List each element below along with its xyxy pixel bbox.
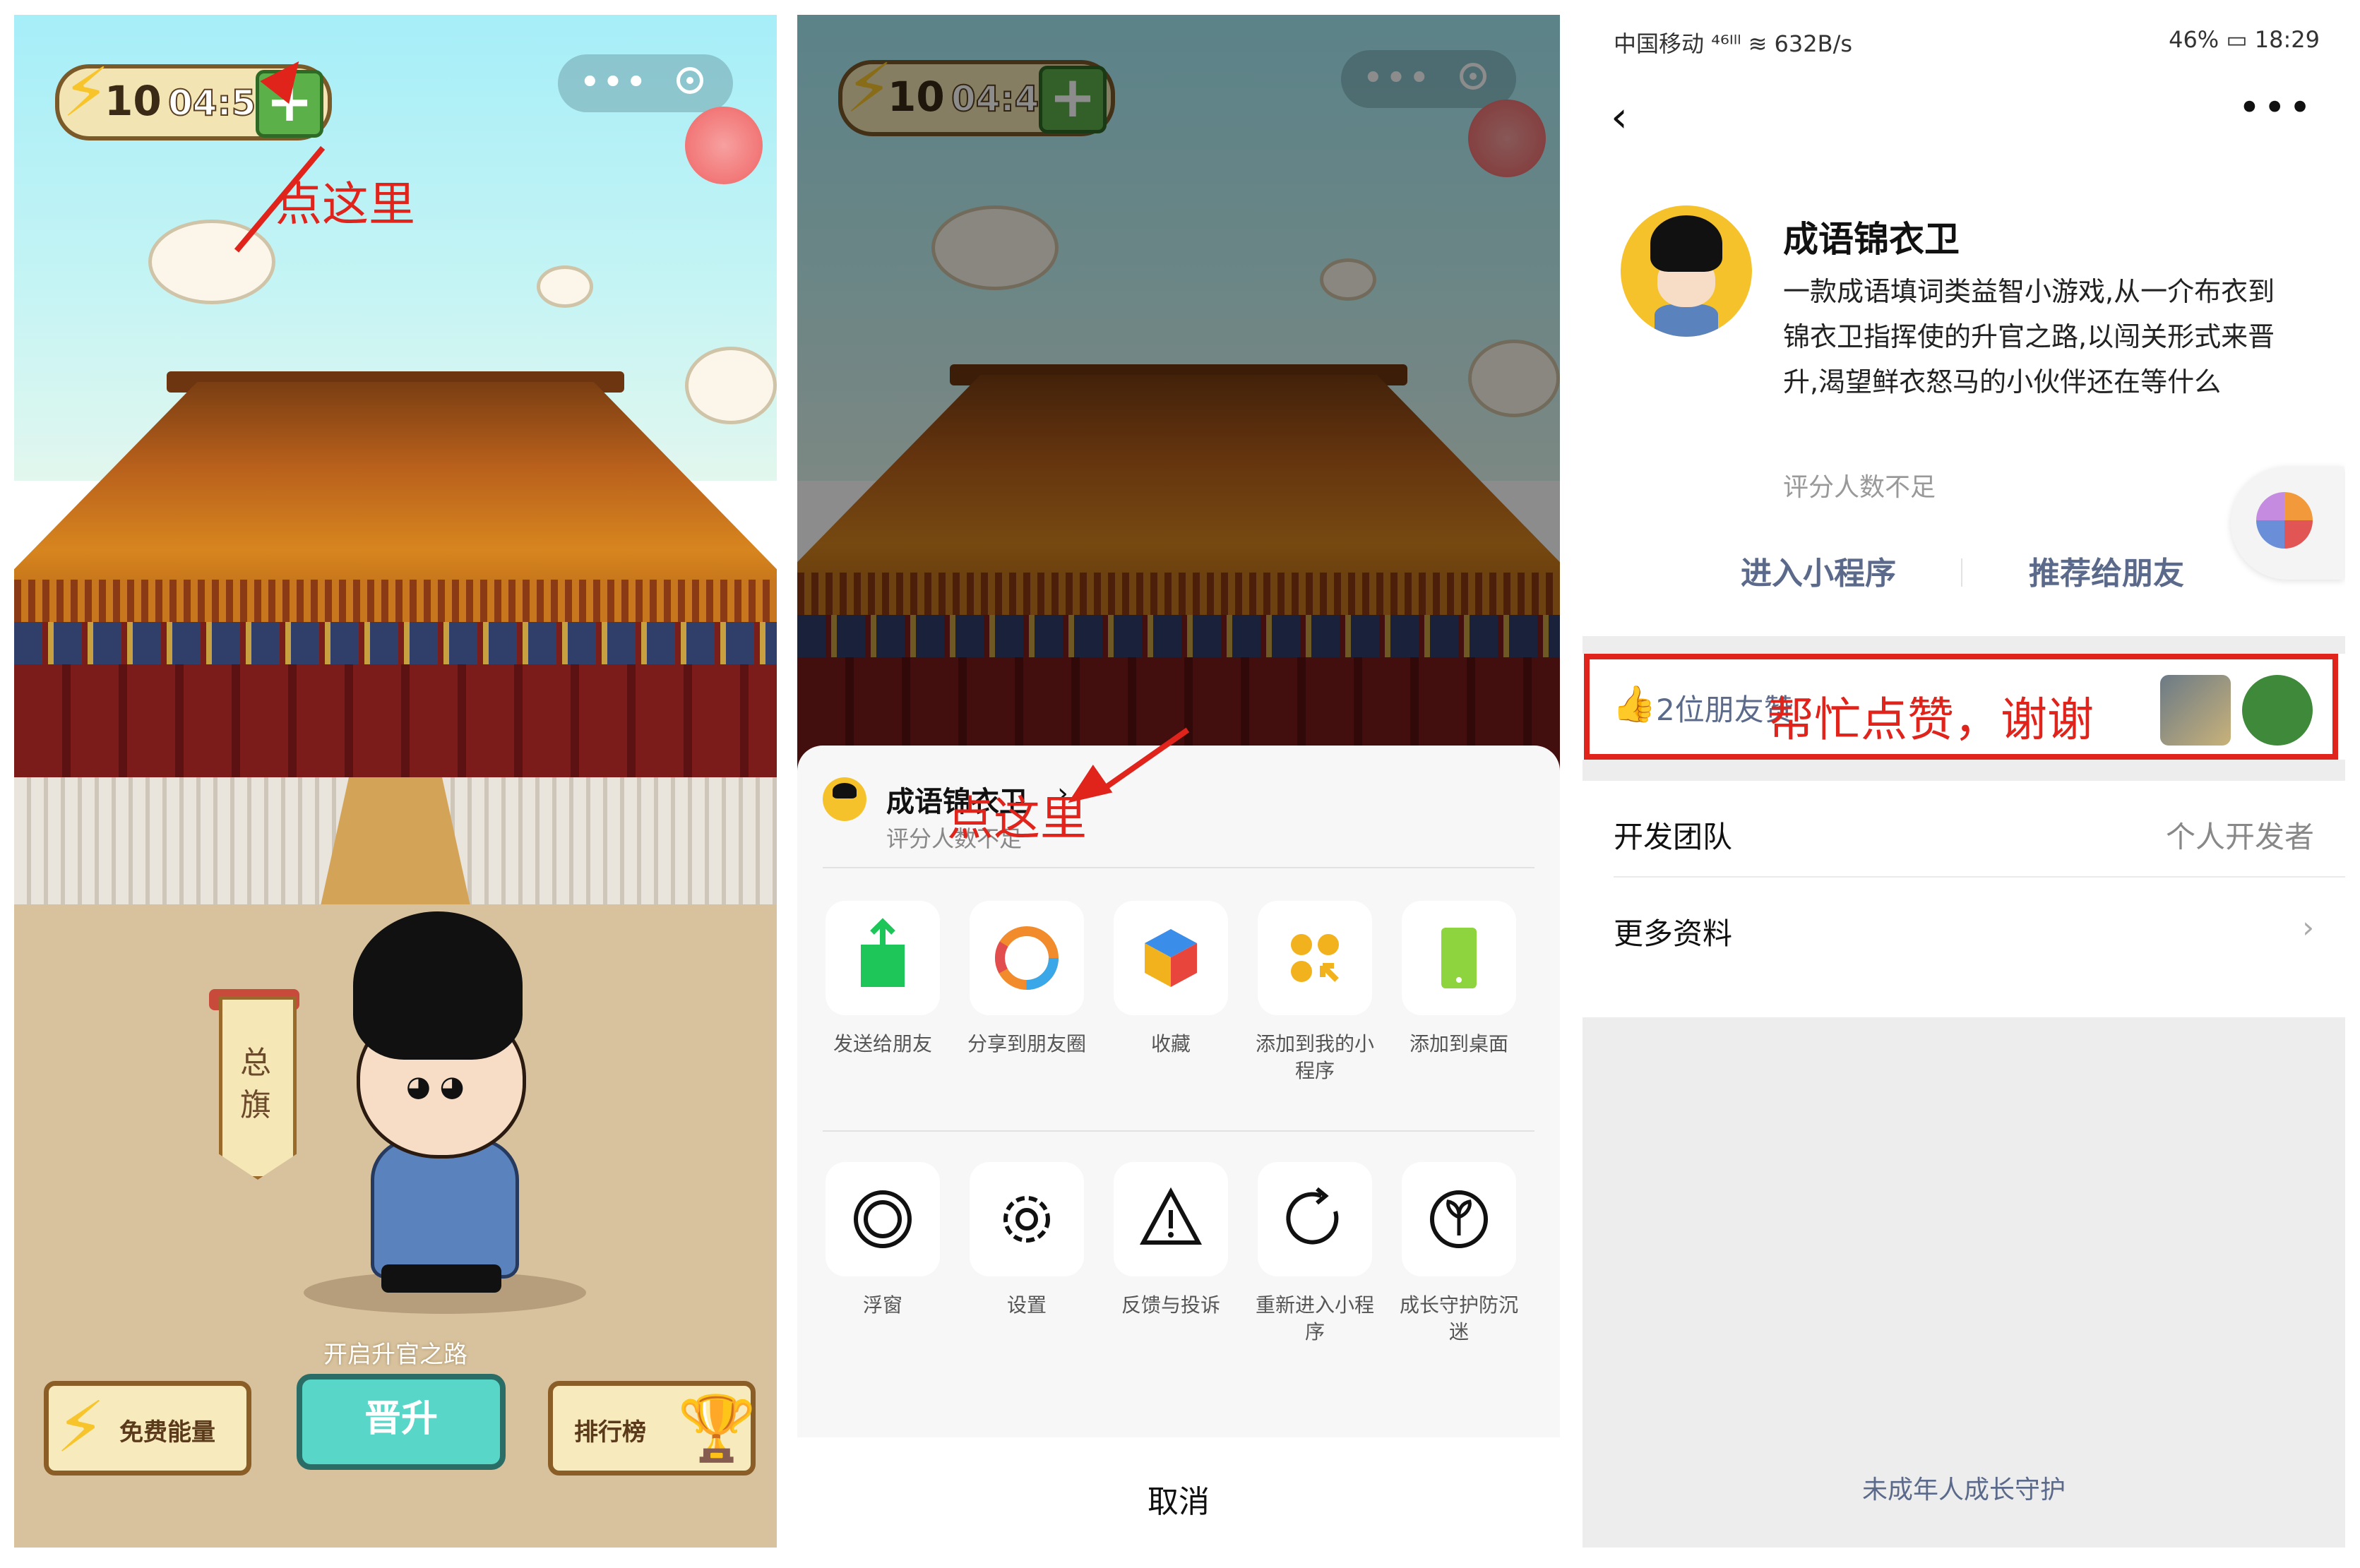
rating-status: 评分人数不足 xyxy=(1783,473,1936,502)
action-label: 分享到朋友圈 xyxy=(967,1032,1086,1055)
recommend-to-friend-button[interactable]: 推荐给朋友 xyxy=(2029,548,2184,593)
divider xyxy=(823,1130,1534,1132)
dev-team-value: 个人开发者 xyxy=(2165,820,2314,854)
palace-eave xyxy=(14,580,777,622)
chevron-right-icon: › xyxy=(2302,910,2314,945)
rank-title: 总旗 xyxy=(240,1045,271,1123)
add-mini-program-icon xyxy=(1258,901,1372,1015)
annotation-text: 点这里 xyxy=(275,177,415,232)
divider xyxy=(823,867,1534,868)
back-icon[interactable]: ‹ xyxy=(1611,92,1628,142)
action-label: 成长守护防沉迷 xyxy=(1399,1293,1518,1343)
settings-gear-icon xyxy=(970,1162,1084,1276)
minor-protection-link[interactable]: 未成年人成长守护 xyxy=(1583,1469,2345,1506)
sprout-icon xyxy=(1402,1162,1516,1276)
dev-team-row: 开发团队 个人开发者 xyxy=(1583,781,2345,877)
avatar xyxy=(823,777,866,821)
share-to-moments-action[interactable]: 分享到朋友圈 xyxy=(967,901,1087,1058)
cloud-icon xyxy=(148,220,275,304)
lightning-icon: ⚡ xyxy=(56,1386,106,1468)
free-energy-label: 免费能量 xyxy=(119,1418,215,1447)
float-window-action[interactable]: 浮窗 xyxy=(823,1162,943,1319)
palace-beam xyxy=(14,622,777,664)
character-boots xyxy=(381,1264,501,1293)
leaderboard-label: 排行榜 xyxy=(574,1418,646,1447)
send-to-friend-action[interactable]: 发送给朋友 xyxy=(823,901,943,1058)
enter-mini-program-button[interactable]: 进入小程序 xyxy=(1741,548,1896,593)
action-label: 浮窗 xyxy=(862,1293,902,1317)
add-to-desktop-icon xyxy=(1402,901,1516,1015)
action-label: 添加到桌面 xyxy=(1409,1032,1508,1055)
start-road-label: 开启升官之路 xyxy=(323,1341,467,1369)
action-label: 反馈与投诉 xyxy=(1121,1293,1220,1317)
red-orb-decoration xyxy=(685,107,763,184)
game-home-panel: ⚡ 10 04:53 + ••• 点这里 总旗 ◕ ◕ 开启升官之路 ⚡ 免费能… xyxy=(14,15,777,1548)
add-to-my-mini-programs-action[interactable]: 添加到我的小程序 xyxy=(1255,901,1375,1084)
character-hat xyxy=(353,911,523,1060)
feedback-action[interactable]: 反馈与投诉 xyxy=(1111,1162,1231,1319)
add-to-desktop-action[interactable]: 添加到桌面 xyxy=(1399,901,1519,1058)
energy-count: 10 xyxy=(105,77,162,125)
section-gap xyxy=(1583,760,2345,781)
cancel-button[interactable]: 取消 xyxy=(797,1476,1560,1521)
favorite-cube-icon xyxy=(1114,901,1228,1015)
menu-sheet-panel: ⚡ 10 04:43 + ••• 成语锦衣卫 › 评分人数不足 点这里 发送给朋… xyxy=(797,15,1560,1548)
cloud-icon xyxy=(685,347,777,424)
more-info-label: 更多资料 xyxy=(1614,916,1733,951)
annotation-text: 帮忙点赞，谢谢 xyxy=(1768,693,2094,747)
palace-hall xyxy=(14,664,777,777)
section-gap xyxy=(1583,636,2345,654)
more-menu-icon[interactable]: ••• xyxy=(579,61,648,104)
float-window-icon xyxy=(826,1162,940,1276)
reload-icon xyxy=(1258,1162,1372,1276)
mini-program-title: 成语锦衣卫 xyxy=(1783,219,1960,260)
action-label: 设置 xyxy=(1006,1293,1047,1317)
settings-action[interactable]: 设置 xyxy=(967,1162,1087,1319)
avatar xyxy=(1621,205,1752,337)
carrier-status: 中国移动 ⁴⁶ᴵˡˡ ≋ 632B/s xyxy=(1614,30,1853,57)
dev-team-label: 开发团队 xyxy=(1614,820,1733,854)
reenter-action[interactable]: 重新进入小程序 xyxy=(1255,1162,1375,1346)
trophy-icon: 🏆 xyxy=(677,1392,757,1466)
close-mini-program-icon[interactable] xyxy=(677,67,703,94)
cloud-icon xyxy=(537,265,593,308)
more-icon[interactable]: ••• xyxy=(2238,85,2314,130)
empty-area xyxy=(1583,1017,2345,1548)
divider xyxy=(1961,558,1962,587)
character-eyes: ◕ ◕ xyxy=(406,1070,465,1103)
free-energy-button[interactable]: ⚡ 免费能量 xyxy=(44,1381,251,1476)
floating-app-icon[interactable] xyxy=(2231,467,2344,580)
action-label: 添加到我的小程序 xyxy=(1255,1032,1374,1082)
mini-program-description: 一款成语填词类益智小游戏,从一介布衣到锦衣卫指挥使的升官之路,以闯关形式来晋升,… xyxy=(1783,276,2275,397)
action-label: 重新进入小程序 xyxy=(1255,1293,1374,1343)
growth-guard-action[interactable]: 成长守护防沉迷 xyxy=(1399,1162,1519,1346)
more-info-row[interactable]: 更多资料 › xyxy=(1583,878,2345,974)
favorite-action[interactable]: 收藏 xyxy=(1111,901,1231,1058)
mini-program-capsule: ••• xyxy=(558,54,733,112)
character-body xyxy=(371,1137,519,1279)
action-sheet: 成语锦衣卫 › 评分人数不足 点这里 发送给朋友 分享到朋友圈 收藏 添加到我的… xyxy=(797,727,1560,1548)
leaderboard-button[interactable]: 排行榜 🏆 xyxy=(548,1381,756,1476)
status-bar: 中国移动 ⁴⁶ᴵˡˡ ≋ 632B/s 46% ▭ 18:29 xyxy=(1583,15,2345,71)
battery-clock: 46% ▭ 18:29 xyxy=(2169,26,2320,53)
lightning-icon: ⚡ xyxy=(62,53,110,132)
action-label: 收藏 xyxy=(1150,1032,1191,1055)
warning-icon xyxy=(1114,1162,1228,1276)
mini-program-profile-panel: 中国移动 ⁴⁶ᴵˡˡ ≋ 632B/s 46% ▭ 18:29 ‹ ••• 成语… xyxy=(1583,15,2345,1548)
action-label: 发送给朋友 xyxy=(833,1032,932,1055)
share-to-friend-icon xyxy=(826,901,940,1015)
annotation-text: 点这里 xyxy=(947,791,1087,846)
moments-icon xyxy=(970,901,1084,1015)
promote-button[interactable]: 晋升 xyxy=(297,1374,506,1470)
